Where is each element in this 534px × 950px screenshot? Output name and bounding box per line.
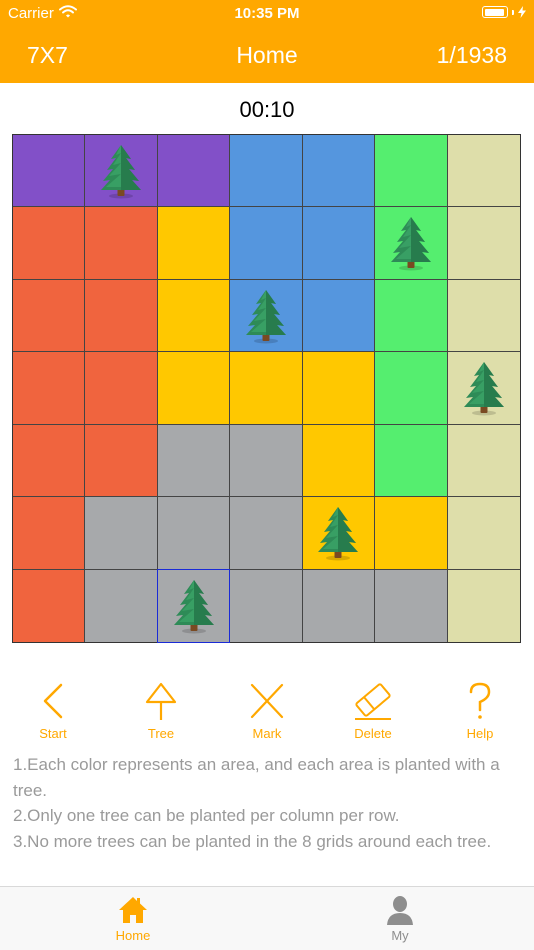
arrow-up-icon	[145, 682, 177, 720]
board-cell[interactable]	[85, 569, 158, 642]
tree-icon	[96, 143, 146, 199]
tree-label: Tree	[147, 726, 175, 741]
battery-icon	[482, 6, 526, 18]
board-cell[interactable]	[13, 352, 86, 425]
board-cell[interactable]	[85, 207, 158, 280]
board-cell[interactable]	[302, 279, 376, 353]
help-label: Help	[466, 726, 494, 741]
board-cell[interactable]	[447, 424, 520, 498]
board-cell[interactable]	[156, 568, 231, 644]
board-cell[interactable]	[375, 497, 448, 570]
help-button[interactable]: Help	[440, 680, 520, 741]
puzzle-board	[12, 134, 521, 644]
tree-icon	[386, 215, 436, 271]
status-bar: Carrier 10:35 PM	[0, 0, 534, 28]
tab-my-label: My	[391, 928, 409, 943]
board-cell[interactable]	[302, 424, 376, 498]
board-cell[interactable]	[375, 569, 448, 642]
tab-home[interactable]: Home	[83, 895, 183, 943]
board-cell[interactable]	[302, 569, 376, 642]
board-cell[interactable]	[375, 279, 448, 353]
rules-text: 1.Each color represents an area, and eac…	[13, 752, 508, 854]
level-progress[interactable]: 1/1938	[437, 42, 507, 69]
board-cell[interactable]	[230, 569, 303, 642]
board-cell[interactable]	[375, 135, 448, 208]
board-cell[interactable]	[13, 207, 86, 280]
start-button[interactable]: Start	[13, 680, 93, 741]
start-label: Start	[39, 726, 67, 741]
board-cell[interactable]	[447, 569, 520, 642]
tab-bar: Home My	[0, 886, 534, 950]
navigation-bar: 7X7 Home 1/1938	[0, 28, 534, 83]
rule-3: 3.No more trees can be planted in the 8 …	[13, 831, 492, 851]
board-cell[interactable]	[85, 135, 158, 208]
tree-icon	[241, 288, 291, 344]
toolbar: Start Tree Mark Delete Help	[0, 680, 534, 745]
board-cell[interactable]	[157, 352, 231, 425]
board-cell[interactable]	[13, 135, 86, 208]
cross-icon	[250, 683, 284, 719]
person-icon	[387, 896, 413, 925]
board-cell[interactable]	[85, 497, 158, 570]
rule-2: 2.Only one tree can be planted per colum…	[13, 806, 400, 825]
mark-button[interactable]: Mark	[227, 680, 307, 741]
board-cell[interactable]	[447, 207, 520, 280]
rule-1: 1.Each color represents an area, and eac…	[13, 755, 500, 800]
board-cell[interactable]	[302, 352, 376, 425]
chevron-left-icon	[43, 683, 63, 719]
mark-label: Mark	[252, 726, 282, 741]
board-cell[interactable]	[302, 207, 376, 280]
charging-bolt-icon	[518, 6, 526, 18]
delete-button[interactable]: Delete	[333, 680, 413, 741]
board-cell[interactable]	[157, 135, 231, 208]
question-mark-icon	[469, 682, 491, 719]
tree-icon	[313, 505, 363, 561]
tree-icon	[459, 360, 509, 416]
board-cell[interactable]	[447, 497, 520, 570]
board-cell[interactable]	[375, 207, 448, 280]
board-cell[interactable]	[157, 424, 231, 498]
board-cell[interactable]	[230, 279, 303, 353]
tab-home-label: Home	[115, 928, 151, 943]
board-cell[interactable]	[375, 424, 448, 498]
board-cell[interactable]	[157, 497, 231, 570]
board-cell[interactable]	[85, 424, 158, 498]
board-cell[interactable]	[230, 135, 303, 208]
board-cell[interactable]	[157, 207, 231, 280]
board-cell[interactable]	[302, 497, 376, 570]
home-icon	[119, 897, 147, 923]
board-cell[interactable]	[13, 424, 86, 498]
elapsed-timer: 00:10	[239, 97, 295, 122]
board-cell[interactable]	[230, 497, 303, 570]
board-cell[interactable]	[85, 279, 158, 353]
board-cell[interactable]	[13, 279, 86, 353]
board-cell[interactable]	[447, 135, 520, 208]
board-cell[interactable]	[375, 352, 448, 425]
board-cell[interactable]	[230, 352, 303, 425]
board-cell[interactable]	[230, 424, 303, 498]
clock: 10:35 PM	[234, 5, 300, 22]
board-cell[interactable]	[447, 352, 520, 425]
board-cell[interactable]	[230, 207, 303, 280]
eraser-icon	[355, 683, 391, 720]
board-cell[interactable]	[85, 352, 158, 425]
board-cell[interactable]	[157, 279, 231, 353]
tab-my[interactable]: My	[350, 895, 450, 943]
board-cell[interactable]	[13, 497, 86, 570]
board-cell[interactable]	[447, 279, 520, 353]
delete-label: Delete	[354, 726, 392, 741]
tree-icon	[169, 578, 219, 634]
board-cell[interactable]	[13, 569, 86, 642]
board-cell[interactable]	[302, 135, 376, 208]
tree-button[interactable]: Tree	[121, 680, 201, 741]
